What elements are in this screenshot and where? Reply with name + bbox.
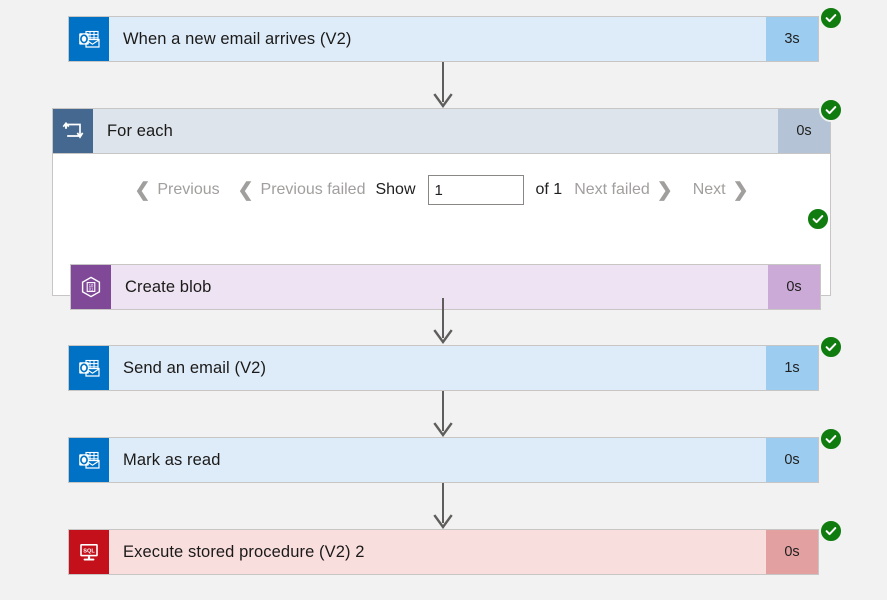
pager-previous-failed-button[interactable]: ❮ Previous failed	[238, 179, 366, 202]
action-title: Mark as read	[109, 438, 766, 482]
action-duration: 0s	[766, 530, 818, 574]
pager-previous-label: Previous	[157, 181, 219, 199]
action-duration: 1s	[766, 346, 818, 390]
svg-text:SQL: SQL	[83, 548, 95, 554]
connector-arrow	[431, 62, 455, 108]
foreach-pager: ❮ Previous ❮ Previous failed Show of 1 N…	[53, 175, 830, 205]
action-duration: 0s	[766, 438, 818, 482]
chevron-right-icon: ❯	[657, 181, 673, 200]
connector-arrow	[431, 298, 455, 344]
pager-of-total-label: of 1	[536, 181, 563, 199]
foreach-scope-body: ❮ Previous ❮ Previous failed Show of 1 N…	[53, 155, 830, 295]
pager-page-input[interactable]	[428, 175, 524, 205]
pager-previous-button[interactable]: ❮ Previous	[134, 179, 219, 202]
action-card-trigger[interactable]: When a new email arrives (V2) 3s	[68, 16, 819, 62]
connector-arrow	[431, 483, 455, 529]
pager-show-label: Show	[375, 181, 415, 199]
chevron-left-icon: ❮	[238, 181, 254, 200]
action-card-execute-stored-procedure[interactable]: SQL Execute stored procedure (V2) 2 0s	[68, 529, 819, 575]
pager-next-button[interactable]: Next ❯	[693, 179, 749, 202]
action-title: When a new email arrives (V2)	[109, 17, 766, 61]
foreach-loop-icon	[53, 109, 93, 153]
pager-next-failed-button[interactable]: Next failed ❯	[574, 179, 673, 202]
pager-next-label: Next	[693, 181, 726, 199]
action-title: Execute stored procedure (V2) 2	[109, 530, 766, 574]
svg-text:01: 01	[89, 287, 94, 292]
status-badge-succeeded	[819, 427, 843, 451]
action-duration: 0s	[768, 265, 820, 309]
status-badge-succeeded	[819, 6, 843, 30]
status-badge-succeeded	[819, 335, 843, 359]
run-designer-canvas: When a new email arrives (V2) 3s For	[0, 0, 887, 600]
action-duration: 3s	[766, 17, 818, 61]
foreach-scope-container: For each 0s ❮ Previous ❮ Previous failed…	[52, 108, 831, 296]
pager-next-failed-label: Next failed	[574, 181, 650, 199]
foreach-scope-header[interactable]: For each 0s	[52, 108, 831, 154]
status-badge-succeeded	[819, 98, 843, 122]
status-badge-succeeded	[806, 207, 830, 231]
outlook-icon	[69, 346, 109, 390]
foreach-scope-title: For each	[93, 109, 778, 153]
outlook-icon	[69, 438, 109, 482]
connector-arrow	[431, 391, 455, 437]
chevron-left-icon: ❮	[134, 181, 150, 200]
status-badge-succeeded	[819, 519, 843, 543]
sql-server-icon: SQL	[69, 530, 109, 574]
pager-previous-failed-label: Previous failed	[261, 181, 366, 199]
action-card-mark-as-read[interactable]: Mark as read 0s	[68, 437, 819, 483]
chevron-right-icon: ❯	[733, 181, 749, 200]
action-title: Send an email (V2)	[109, 346, 766, 390]
outlook-icon	[69, 17, 109, 61]
action-card-send-email[interactable]: Send an email (V2) 1s	[68, 345, 819, 391]
blob-storage-icon: 10 01	[71, 265, 111, 309]
